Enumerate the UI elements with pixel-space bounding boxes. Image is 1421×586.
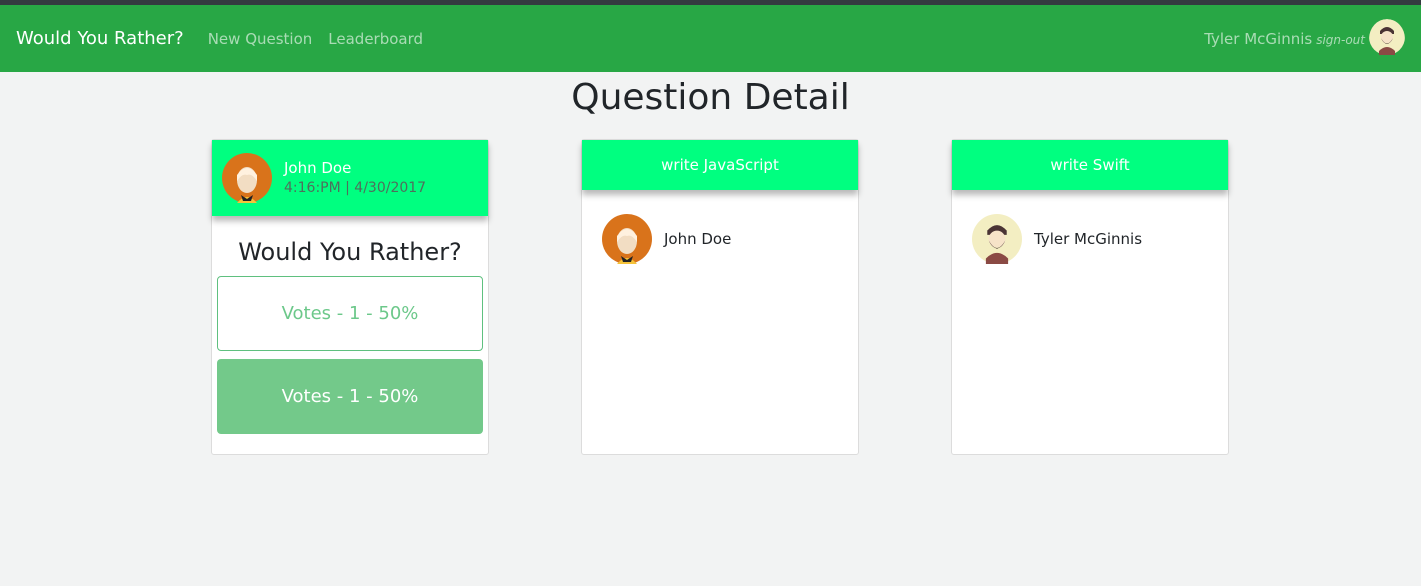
brand-link[interactable]: Would You Rather? <box>16 28 184 49</box>
tyler-avatar-icon <box>972 214 1022 264</box>
tyler-avatar-icon <box>1369 18 1405 55</box>
voters-card-option-two: write Swift Tyler McGinnis <box>951 139 1229 455</box>
option-one-button[interactable]: Votes - 1 - 50% <box>217 276 483 351</box>
navbar: Would You Rather? New Question Leaderboa… <box>0 5 1421 72</box>
voter-name: John Doe <box>664 230 732 248</box>
voter-name: Tyler McGinnis <box>1034 230 1143 248</box>
question-author: John Doe <box>284 159 352 177</box>
question-card: John Doe 4:16:PM | 4/30/2017 Would You R… <box>211 139 489 455</box>
nav-leaderboard[interactable]: Leaderboard <box>328 30 423 48</box>
voter-item: Tyler McGinnis <box>952 190 1228 264</box>
john-doe-avatar-icon <box>222 153 272 203</box>
question-card-header: John Doe 4:16:PM | 4/30/2017 <box>212 140 488 216</box>
signout-link[interactable]: sign-out <box>1316 33 1365 47</box>
john-doe-avatar-icon <box>602 214 652 264</box>
voter-item: John Doe <box>582 190 858 264</box>
nav-new-question[interactable]: New Question <box>208 30 313 48</box>
current-user-name: Tyler McGinnis <box>1204 29 1313 48</box>
voters-card-option-one: write JavaScript John Doe <box>581 139 859 455</box>
option-two-button[interactable]: Votes - 1 - 50% <box>217 359 483 434</box>
page-title: Question Detail <box>571 77 850 118</box>
user-avatar <box>1369 18 1405 59</box>
cards-row: John Doe 4:16:PM | 4/30/2017 Would You R… <box>0 127 1421 527</box>
nav-user-area: Tyler McGinnis sign-out <box>1204 18 1405 59</box>
voters-card-header: write Swift <box>952 140 1228 190</box>
question-timestamp: 4:16:PM | 4/30/2017 <box>284 180 427 196</box>
question-title: Would You Rather? <box>238 238 462 266</box>
voters-card-header: write JavaScript <box>582 140 858 190</box>
